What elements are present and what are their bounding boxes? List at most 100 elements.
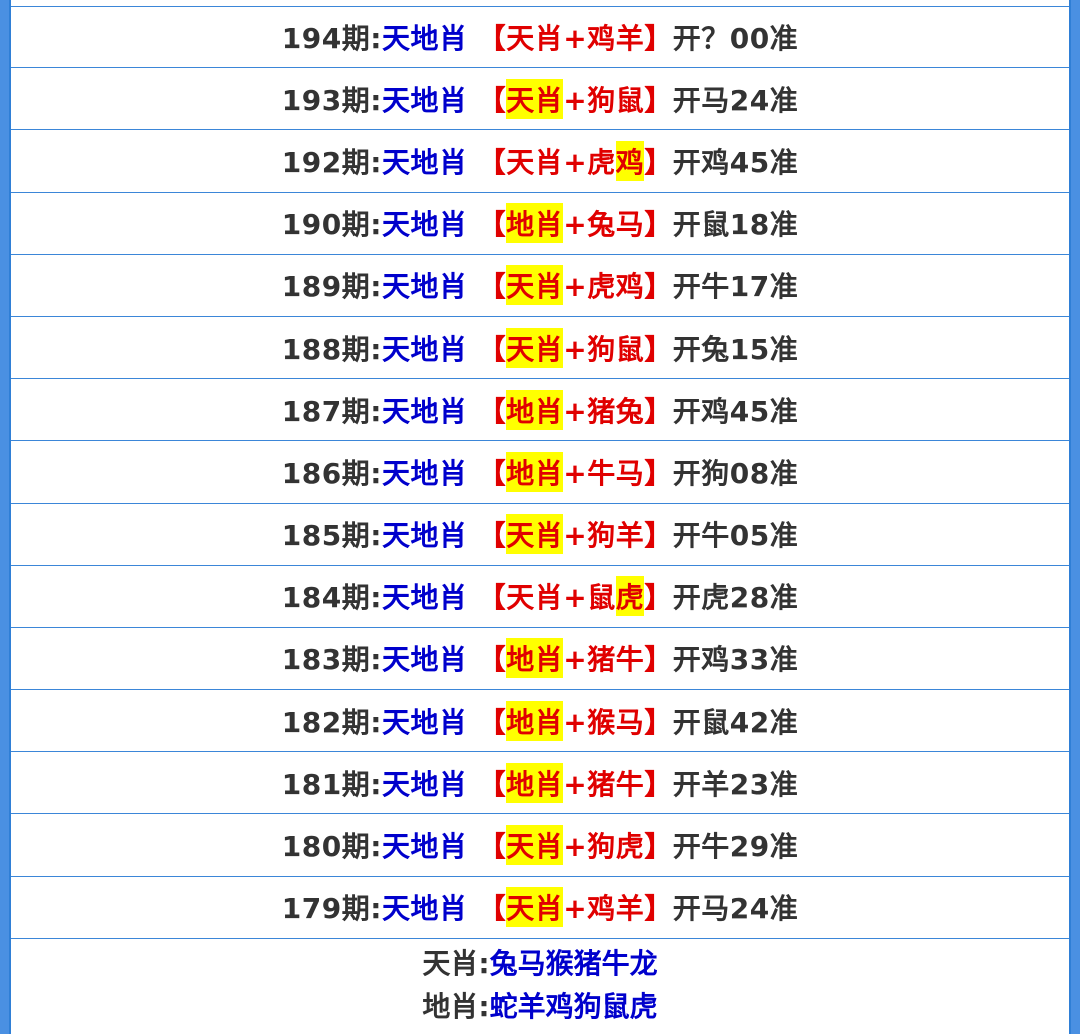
- legend-key: 地肖:: [422, 990, 490, 1023]
- pick-text: 天肖+虎: [506, 145, 616, 179]
- pick-highlight: 地肖: [506, 203, 564, 244]
- pick-highlight: 天肖: [506, 825, 564, 866]
- pick-text: +狗鼠: [563, 332, 645, 366]
- row-label: 天地肖: [381, 270, 468, 304]
- pick-highlight: 地肖: [506, 389, 564, 430]
- pick-highlight: 天肖: [506, 327, 564, 368]
- bracket-close: 】: [644, 83, 673, 117]
- bracket-close: 】: [644, 705, 673, 739]
- bracket-open: 【: [477, 83, 507, 117]
- bracket-close: 】: [644, 519, 673, 553]
- pick-highlight: 虎: [615, 576, 645, 617]
- bracket-close: 】: [644, 394, 673, 428]
- pick-text: 天肖+鼠: [506, 581, 616, 615]
- table-row: 180期: 天地肖 【天肖 +狗虎】开牛29准: [11, 814, 1069, 877]
- legend-line-tian: 天肖:兔马猴猪牛龙: [11, 942, 1069, 985]
- row-label: 天地肖: [381, 519, 468, 553]
- bracket-close: 】: [644, 22, 673, 56]
- pick-text: 天肖+鸡羊: [506, 22, 645, 56]
- bracket-open: 【: [477, 830, 507, 864]
- row-label: 天地肖: [381, 581, 468, 615]
- bracket-open: 【: [477, 767, 507, 801]
- pick-highlight: 天肖: [506, 887, 564, 928]
- bracket-close: 】: [644, 332, 673, 366]
- row-label: 天地肖: [381, 145, 468, 179]
- bracket-open: 【: [477, 892, 507, 926]
- pick-text: +猴马: [563, 705, 645, 739]
- pick-text: +鸡羊: [563, 892, 645, 926]
- result-text: 开鸡45准: [672, 394, 799, 428]
- result-text: 开马24准: [672, 83, 799, 117]
- table-row: 187期: 天地肖 【地肖 +猪兔】开鸡45准: [11, 379, 1069, 442]
- bracket-open: 【: [477, 519, 507, 553]
- period-number: 182期:: [281, 705, 382, 739]
- period-number: 179期:: [281, 892, 382, 926]
- result-text: 开马24准: [672, 892, 799, 926]
- bracket-close: 】: [644, 892, 673, 926]
- table-row: 190期: 天地肖 【地肖 +兔马】开鼠18准: [11, 193, 1069, 255]
- table-row: 184期: 天地肖 【天肖+鼠虎】开虎28准: [11, 566, 1069, 628]
- table-row: 193期: 天地肖 【天肖 +狗鼠】开马24准: [11, 68, 1069, 131]
- result-text: 开？00准: [672, 22, 799, 56]
- table-row: 179期: 天地肖 【天肖 +鸡羊】开马24准: [11, 877, 1069, 939]
- result-text: 开牛17准: [672, 270, 799, 304]
- legend-line-di: 地肖:蛇羊鸡狗鼠虎: [11, 985, 1069, 1028]
- bracket-open: 【: [477, 581, 507, 615]
- period-number: 183期:: [281, 643, 382, 677]
- row-label: 天地肖: [381, 394, 468, 428]
- result-text: 开虎28准: [672, 581, 799, 615]
- period-number: 180期:: [281, 830, 382, 864]
- period-number: 185期:: [281, 519, 382, 553]
- bracket-open: 【: [477, 22, 507, 56]
- result-text: 开牛29准: [672, 830, 799, 864]
- pick-text: +牛马: [563, 456, 645, 490]
- pick-highlight: 天肖: [506, 78, 564, 119]
- bracket-close: 】: [644, 581, 673, 615]
- bracket-close: 】: [644, 145, 673, 179]
- pick-text: +猪牛: [563, 643, 645, 677]
- table-row: 188期: 天地肖 【天肖 +狗鼠】开兔15准: [11, 317, 1069, 380]
- bracket-open: 【: [477, 456, 507, 490]
- bracket-open: 【: [477, 394, 507, 428]
- legend-value: 蛇羊鸡狗鼠虎: [489, 990, 658, 1023]
- pick-highlight: 鸡: [615, 140, 645, 181]
- table-row: 192期: 天地肖 【天肖+虎鸡】开鸡45准: [11, 130, 1069, 193]
- pick-highlight: 地肖: [506, 451, 564, 492]
- pick-text: +猪兔: [563, 394, 645, 428]
- row-label: 天地肖: [381, 705, 468, 739]
- bracket-close: 】: [644, 208, 673, 242]
- bracket-open: 【: [477, 705, 507, 739]
- row-label: 天地肖: [381, 332, 468, 366]
- table-row: 181期: 天地肖 【地肖 +猪牛】开羊23准: [11, 752, 1069, 815]
- row-label: 天地肖: [381, 208, 468, 242]
- period-number: 188期:: [281, 332, 382, 366]
- bracket-close: 】: [644, 767, 673, 801]
- table-row: 182期: 天地肖 【地肖 +猴马】开鼠42准: [11, 690, 1069, 753]
- bracket-open: 【: [477, 270, 507, 304]
- row-label: 天地肖: [381, 767, 468, 801]
- result-text: 开鼠18准: [672, 208, 799, 242]
- period-number: 181期:: [281, 767, 382, 801]
- period-number: 189期:: [281, 270, 382, 304]
- pick-highlight: 天肖: [506, 265, 564, 306]
- bracket-open: 【: [477, 643, 507, 677]
- bracket-close: 】: [644, 643, 673, 677]
- period-number: 184期:: [281, 581, 382, 615]
- row-label: 天地肖: [381, 643, 468, 677]
- period-number: 192期:: [281, 145, 382, 179]
- pick-text: +虎鸡: [563, 270, 645, 304]
- row-label: 天地肖: [381, 830, 468, 864]
- table-row: 186期: 天地肖 【地肖 +牛马】开狗08准: [11, 441, 1069, 504]
- result-text: 开羊23准: [672, 767, 799, 801]
- pick-text: +狗羊: [563, 519, 645, 553]
- pick-text: +猪牛: [563, 767, 645, 801]
- bracket-close: 】: [644, 456, 673, 490]
- zodiac-legend: 天肖:兔马猴猪牛龙 地肖:蛇羊鸡狗鼠虎: [11, 942, 1069, 1028]
- pick-text: +狗鼠: [563, 83, 645, 117]
- table-row: 194期: 天地肖 【天肖+鸡羊】开？00准: [11, 6, 1069, 69]
- result-text: 开狗08准: [672, 456, 799, 490]
- row-label: 天地肖: [381, 456, 468, 490]
- row-label: 天地肖: [381, 83, 468, 117]
- period-number: 186期:: [281, 456, 382, 490]
- row-label: 天地肖: [381, 22, 468, 56]
